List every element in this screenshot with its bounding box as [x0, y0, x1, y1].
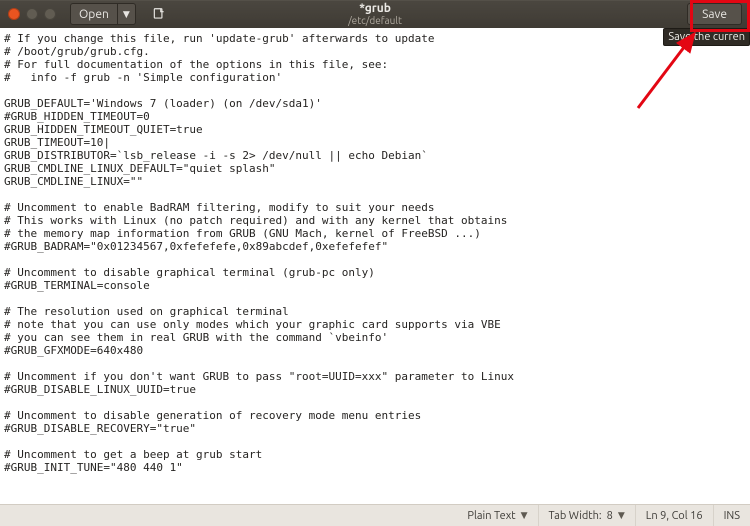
- save-tooltip: Save the curren: [663, 28, 750, 46]
- syntax-mode-label: Plain Text: [467, 510, 515, 522]
- window-close-button[interactable]: [8, 8, 20, 20]
- window-maximize-button[interactable]: [44, 8, 56, 20]
- insert-mode-label: INS: [724, 510, 740, 522]
- window-title: *grub /etc/default: [348, 2, 402, 26]
- chevron-down-icon: ▼: [123, 9, 130, 20]
- save-button-label: Save: [702, 8, 727, 21]
- chevron-down-icon: ▼: [521, 510, 528, 521]
- tab-width-label: Tab Width:: [549, 510, 602, 522]
- open-recent-dropdown[interactable]: ▼: [118, 3, 136, 25]
- insert-mode-indicator[interactable]: INS: [713, 505, 750, 526]
- open-button-label: Open: [79, 8, 109, 21]
- titlebar: Open ▼ *grub /etc/default Save: [0, 0, 750, 28]
- editor-content: # If you change this file, run 'update-g…: [4, 32, 514, 474]
- statusbar: Plain Text ▼ Tab Width: 8 ▼ Ln 9, Col 16…: [0, 504, 750, 526]
- document-title: *grub: [359, 2, 391, 15]
- chevron-down-icon: ▼: [618, 510, 625, 521]
- text-editor-area[interactable]: # If you change this file, run 'update-g…: [0, 28, 750, 504]
- window-minimize-button[interactable]: [26, 8, 38, 20]
- tab-width-value: 8: [607, 510, 613, 522]
- document-path: /etc/default: [348, 15, 402, 26]
- syntax-mode-selector[interactable]: Plain Text ▼: [457, 505, 537, 526]
- cursor-position[interactable]: Ln 9, Col 16: [635, 505, 713, 526]
- new-document-button[interactable]: [146, 3, 172, 25]
- open-button[interactable]: Open: [70, 3, 118, 25]
- cursor-position-label: Ln 9, Col 16: [646, 510, 703, 522]
- save-button[interactable]: Save: [687, 3, 742, 25]
- tab-width-selector[interactable]: Tab Width: 8 ▼: [538, 505, 635, 526]
- new-document-icon: [152, 7, 166, 21]
- window-controls: [0, 8, 64, 20]
